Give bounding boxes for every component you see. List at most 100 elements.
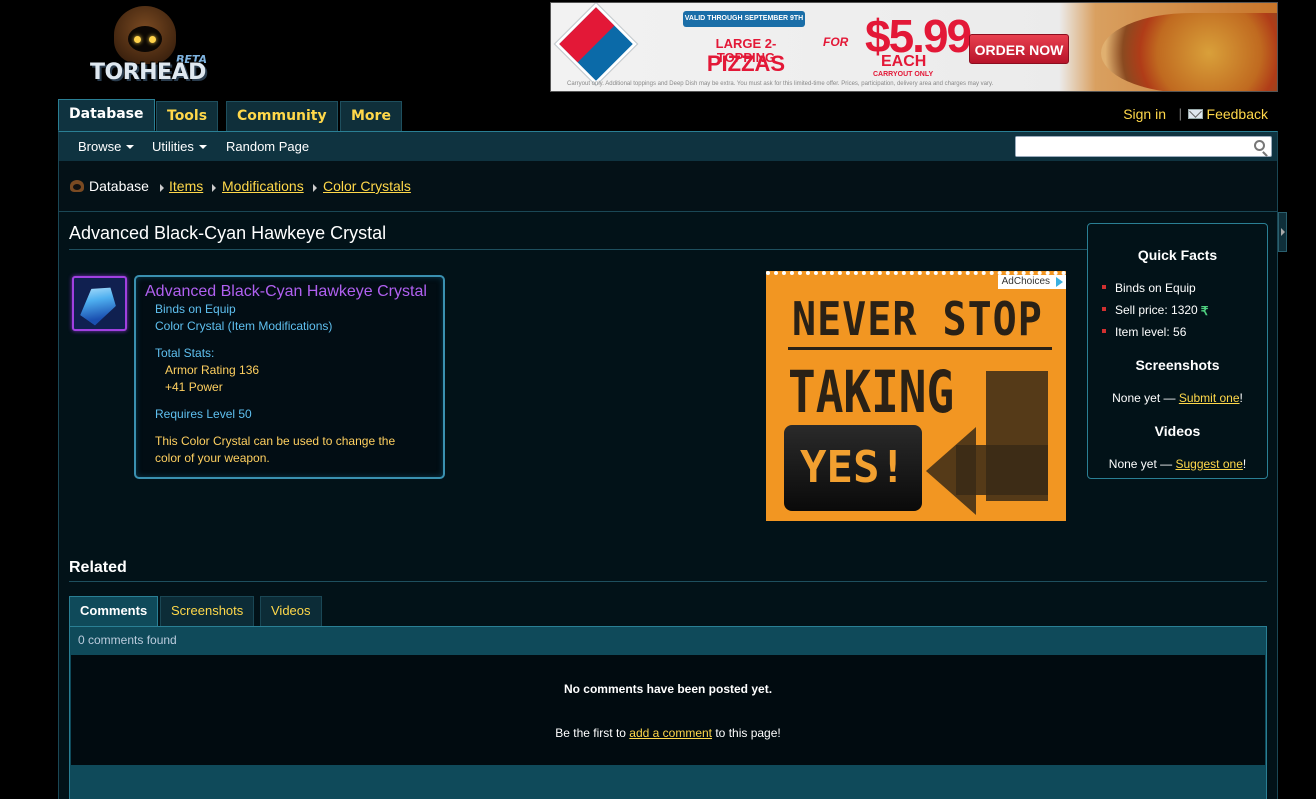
ad-carryout: CARRYOUT ONLY (873, 71, 934, 78)
mascot-eye-left (134, 36, 141, 43)
fact-sell-price-text: Sell price: 1320 (1115, 303, 1198, 317)
item-requires-level: Requires Level 50 (155, 407, 252, 421)
breadcrumb-arrow-icon (313, 184, 317, 192)
feedback-link[interactable]: Feedback (1187, 106, 1268, 122)
breadcrumb-arrow-icon (212, 184, 216, 192)
tab-tools[interactable]: Tools (156, 101, 219, 131)
browse-label: Browse (78, 139, 122, 154)
suggest-one-link[interactable]: Suggest one (1175, 457, 1242, 471)
search-input[interactable] (1016, 137, 1241, 156)
sub-nav: Browse Utilities Random Page (58, 131, 1278, 161)
tab-community[interactable]: Community (226, 101, 338, 131)
tab-database-label: Database (69, 106, 144, 122)
item-name: Advanced Black-Cyan Hawkeye Crystal (145, 283, 427, 300)
comments-count: 0 comments found (78, 633, 177, 647)
dominos-logo (554, 3, 638, 86)
screenshots-title: Screenshots (1135, 357, 1220, 373)
pizza-image (1101, 13, 1277, 91)
chevron-down-icon (126, 145, 135, 149)
tab-more[interactable]: More (340, 101, 402, 131)
item-type: Color Crystal (Item Modifications) (155, 319, 333, 333)
search-box (1015, 136, 1272, 157)
total-stats-label: Total Stats: (155, 346, 215, 360)
videos-title: Videos (1154, 423, 1201, 439)
be-first-message: Be the first to add a comment to this pa… (71, 726, 1265, 740)
title-divider (69, 249, 1089, 250)
related-title: Related (69, 559, 127, 576)
fact-binds: Binds on Equip (1115, 281, 1196, 295)
ad-rule (788, 347, 1052, 350)
related-divider (69, 581, 1267, 582)
torhead-logo[interactable]: BETA TORHEAD (88, 4, 212, 92)
bullet-icon (1102, 307, 1106, 311)
page-scroll-arrow-icon[interactable] (1278, 212, 1287, 252)
nav-separator: | (1178, 106, 1182, 121)
be-first-suffix: to this page! (712, 726, 781, 740)
item-description-2: color of your weapon. (155, 451, 270, 465)
quick-facts-title: Quick Facts (1137, 247, 1218, 263)
fact-sell-price: Sell price: 1320 ₹ (1115, 303, 1211, 317)
comments-body: No comments have been posted yet. Be the… (71, 655, 1265, 765)
main-content: Advanced Black-Cyan Hawkeye Crystal Adva… (58, 211, 1278, 799)
videos-none: None yet — Suggest one! (1088, 457, 1267, 471)
breadcrumb-items[interactable]: Items (169, 178, 203, 194)
chevron-down-icon (198, 145, 207, 149)
order-now-button[interactable]: ORDER NOW (969, 34, 1069, 64)
arrow-head-icon (926, 427, 976, 515)
bullet-icon (1102, 329, 1106, 333)
be-first-prefix: Be the first to (555, 726, 630, 740)
breadcrumb-color-crystals[interactable]: Color Crystals (323, 178, 411, 194)
bullet-icon (1102, 285, 1106, 289)
search-icon[interactable] (1254, 140, 1265, 151)
breadcrumb-modifications[interactable]: Modifications (222, 178, 304, 194)
breadcrumb-database: Database (89, 178, 149, 194)
page-title: Advanced Black-Cyan Hawkeye Crystal (69, 223, 387, 243)
sign-in-link[interactable]: Sign in (1123, 106, 1166, 122)
tab-tools-label: Tools (167, 108, 208, 124)
tab-more-label: More (351, 108, 391, 124)
utilities-label: Utilities (152, 139, 194, 154)
feedback-label: Feedback (1206, 106, 1268, 122)
quick-facts-panel: Quick Facts Binds on Equip Sell price: 1… (1087, 223, 1268, 479)
ad-validity-banner: VALID THROUGH SEPTEMBER 9TH (683, 11, 805, 27)
ad-for: FOR (823, 35, 849, 49)
videos-suffix: ! (1242, 457, 1247, 471)
browse-menu[interactable]: Browse (78, 139, 135, 154)
top-banner-ad[interactable]: VALID THROUGH SEPTEMBER 9TH LARGE 2-TOPP… (550, 2, 1278, 92)
random-page-link[interactable]: Random Page (226, 139, 309, 154)
no-comments-message: No comments have been posted yet. (563, 682, 773, 696)
ad-fine-print: Carryout only. Additional toppings and D… (567, 81, 994, 87)
item-description-1: This Color Crystal can be used to change… (155, 434, 396, 448)
screenshots-prefix: None yet — (1112, 391, 1179, 405)
item-binds: Binds on Equip (155, 302, 236, 316)
breadcrumb-arrow-icon (160, 184, 164, 192)
tab-database[interactable]: Database (58, 99, 155, 131)
adchoices-icon[interactable]: AdChoices (997, 275, 1066, 289)
breadcrumb: Database Items Modifications Color Cryst… (58, 161, 1278, 211)
mascot-eye-right (149, 36, 156, 43)
credits-icon: ₹ (1200, 304, 1209, 318)
fact-item-level: Item level: 56 (1115, 325, 1187, 339)
tab-comments[interactable]: Comments (69, 596, 159, 626)
tab-screenshots[interactable]: Screenshots (160, 596, 255, 626)
ad-yes-button[interactable]: YES! (784, 425, 922, 511)
item-tooltip: Advanced Black-Cyan Hawkeye Crystal Bind… (134, 275, 445, 479)
videos-prefix: None yet — (1108, 457, 1176, 471)
ad-each: EACH (881, 53, 927, 70)
utilities-menu[interactable]: Utilities (152, 139, 207, 154)
add-comment-link[interactable]: add a comment (629, 726, 712, 740)
ad-taking: TAKING (788, 358, 955, 426)
screenshots-none: None yet — Submit one! (1088, 391, 1267, 405)
logo-text: TORHEAD (90, 60, 206, 85)
main-nav: Database Tools Community More Sign in | … (58, 99, 1278, 131)
torhead-mascot-icon (70, 180, 84, 192)
ad-never-stop: NEVER STOP (792, 293, 1043, 347)
crystal-item-icon[interactable] (72, 276, 127, 331)
tab-videos[interactable]: Videos (260, 596, 322, 626)
stat-armor: Armor Rating 136 (165, 363, 260, 377)
screenshots-suffix: ! (1239, 391, 1243, 405)
tab-community-label: Community (237, 108, 327, 124)
side-ad[interactable]: AdChoices NEVER STOP TAKING YES! (766, 271, 1066, 521)
stat-power: +41 Power (165, 380, 223, 394)
submit-one-link[interactable]: Submit one (1179, 391, 1240, 405)
